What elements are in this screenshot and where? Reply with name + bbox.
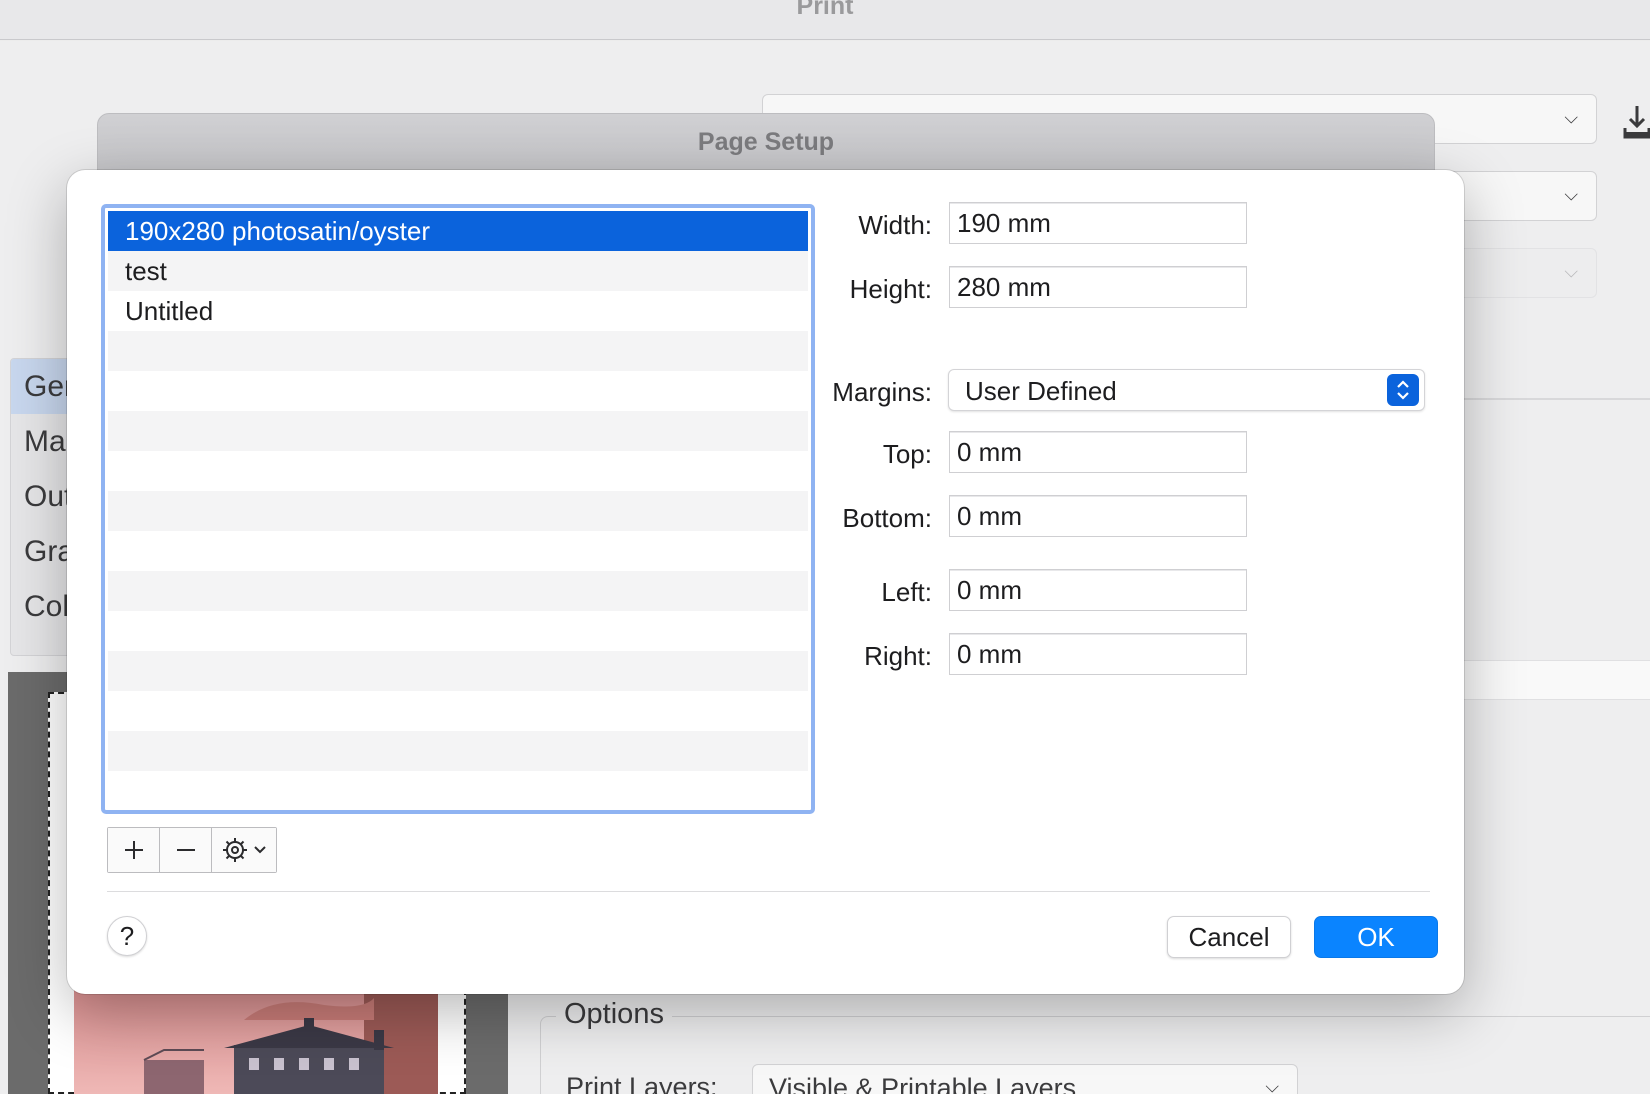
list-item[interactable] bbox=[108, 491, 808, 531]
print-window-titlebar: Print bbox=[0, 0, 1650, 40]
list-item[interactable] bbox=[108, 731, 808, 771]
left-margin-field[interactable] bbox=[949, 569, 1247, 611]
width-label: Width: bbox=[858, 210, 932, 240]
top-margin-field[interactable] bbox=[949, 431, 1247, 473]
page-setup-dialog: 190x280 photosatin/oyster test Untitled Wi… bbox=[67, 170, 1464, 994]
right-margin-field[interactable] bbox=[949, 633, 1247, 675]
margins-popup[interactable]: User Defined bbox=[948, 369, 1425, 411]
help-button[interactable]: ? bbox=[107, 916, 147, 956]
list-item[interactable] bbox=[108, 531, 808, 571]
options-title: Options bbox=[556, 998, 672, 1031]
right-margin-label: Right: bbox=[864, 641, 932, 671]
list-item[interactable] bbox=[108, 691, 808, 731]
margins-value: User Defined bbox=[965, 376, 1117, 406]
height-label: Height: bbox=[849, 274, 932, 304]
list-item[interactable] bbox=[108, 331, 808, 371]
list-item[interactable] bbox=[108, 611, 808, 651]
paper-size-list[interactable]: 190x280 photosatin/oyster test Untitled bbox=[101, 204, 815, 814]
list-item[interactable]: Untitled bbox=[108, 291, 808, 331]
list-item[interactable]: 190x280 photosatin/oyster bbox=[108, 211, 808, 251]
print-window-title: Print bbox=[796, 0, 854, 20]
margins-label: Margins: bbox=[832, 377, 932, 407]
list-item[interactable] bbox=[108, 411, 808, 451]
bottom-margin-label: Bottom: bbox=[842, 503, 932, 533]
print-layers-label: Print Layers: bbox=[566, 1072, 718, 1094]
list-item[interactable] bbox=[108, 371, 808, 411]
list-item[interactable] bbox=[108, 771, 808, 807]
chevron-down-icon: ⌵ bbox=[1564, 184, 1578, 205]
print-preview-image bbox=[74, 990, 438, 1094]
list-item[interactable] bbox=[108, 451, 808, 491]
minus-icon bbox=[176, 849, 195, 851]
left-margin-label: Left: bbox=[881, 577, 932, 607]
list-item[interactable]: test bbox=[108, 251, 808, 291]
page-setup-header: Page Setup bbox=[97, 113, 1435, 175]
ok-button[interactable]: OK bbox=[1314, 916, 1438, 958]
cancel-button[interactable]: Cancel bbox=[1167, 916, 1291, 958]
list-item[interactable] bbox=[108, 571, 808, 611]
action-menu-button[interactable] bbox=[212, 828, 276, 872]
print-layers-popup[interactable]: Visible & Printable Layers ⌵ bbox=[752, 1064, 1298, 1094]
plus-icon bbox=[124, 841, 143, 859]
add-paper-size-button[interactable] bbox=[108, 828, 160, 872]
list-item[interactable] bbox=[108, 651, 808, 691]
paper-size-list-rows: 190x280 photosatin/oyster test Untitled bbox=[108, 211, 808, 807]
chevron-down-icon: ⌵ bbox=[1265, 1076, 1279, 1094]
divider bbox=[107, 891, 1430, 892]
gear-icon bbox=[223, 838, 247, 862]
height-field[interactable] bbox=[949, 266, 1247, 308]
print-layers-value: Visible & Printable Layers bbox=[769, 1073, 1077, 1094]
bottom-margin-field[interactable] bbox=[949, 495, 1247, 537]
chevron-down-icon bbox=[254, 846, 266, 854]
list-toolbar bbox=[107, 827, 277, 873]
save-preset-icon[interactable] bbox=[1622, 104, 1650, 142]
chevron-down-icon: ⌵ bbox=[1564, 107, 1578, 128]
width-field[interactable] bbox=[949, 202, 1247, 244]
chevron-down-icon: ⌵ bbox=[1564, 261, 1578, 282]
top-margin-label: Top: bbox=[882, 439, 932, 469]
up-down-chevron-icon bbox=[1387, 374, 1419, 406]
page-setup-title: Page Setup bbox=[697, 128, 835, 156]
remove-paper-size-button[interactable] bbox=[160, 828, 212, 872]
